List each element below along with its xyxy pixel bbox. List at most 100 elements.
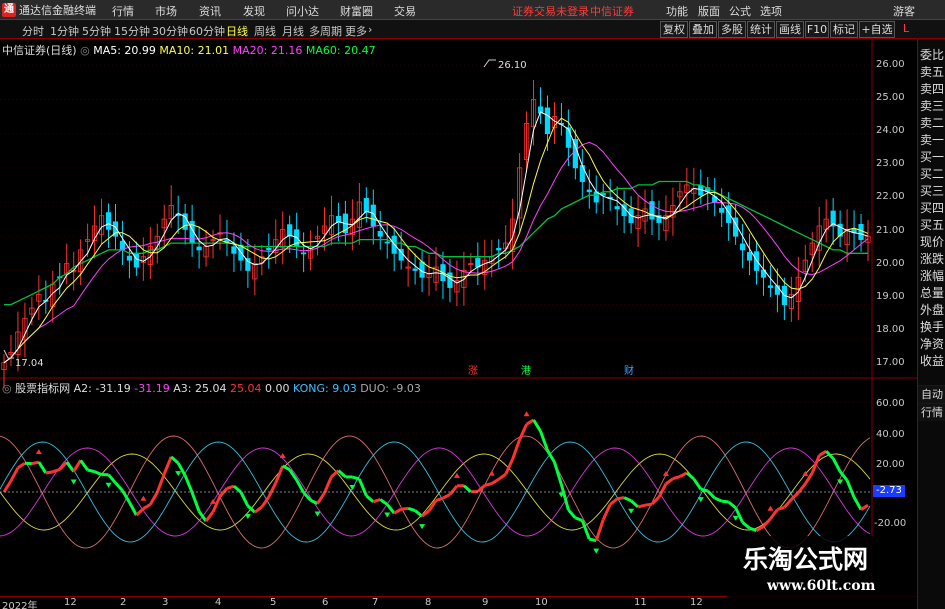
trend-segment	[741, 521, 751, 530]
chart-canvas[interactable]: 26.10 17.04 涨 港 财	[0, 39, 917, 609]
panel-item[interactable]: 现价	[920, 234, 945, 250]
trend-segment	[721, 499, 729, 504]
panel-item[interactable]: 买二	[920, 166, 945, 182]
panel-item[interactable]: 卖四	[920, 81, 945, 97]
menu-formula[interactable]: 公式	[729, 3, 751, 19]
auto-button[interactable]: 自动	[918, 385, 945, 403]
trend-segment	[323, 476, 333, 494]
period-60min[interactable]: 60分钟	[189, 23, 225, 39]
panel-item[interactable]: 卖二	[920, 115, 945, 131]
trend-segment	[232, 485, 242, 494]
menu-trade[interactable]: 交易	[394, 3, 416, 19]
menu-ask[interactable]: 问小达	[286, 3, 319, 19]
candle-body	[287, 224, 293, 237]
overlay-button[interactable]: 叠加	[689, 21, 717, 38]
price-axis-label: 20.00	[876, 258, 905, 269]
indicator-axis-label: 60.00	[876, 398, 905, 409]
login-status[interactable]: 证券交易未登录	[512, 3, 589, 19]
date-label: 10	[535, 597, 548, 608]
period-weekly[interactable]: 周线	[254, 23, 276, 39]
period-5min[interactable]: 5分钟	[82, 23, 111, 39]
trend-segment	[623, 496, 632, 503]
period-monthly[interactable]: 月线	[282, 23, 304, 39]
signal-arrow	[70, 479, 77, 485]
menu-quotes[interactable]: 行情	[112, 3, 134, 19]
trend-segment	[462, 484, 472, 493]
date-label: 7	[372, 597, 379, 608]
low-price-label: 17.04	[15, 358, 44, 369]
trend-segment	[511, 439, 522, 460]
event-marker-rise[interactable]: 涨	[468, 365, 478, 377]
panel-item[interactable]: 卖五	[920, 64, 945, 80]
menu-options[interactable]: 选项	[760, 3, 782, 19]
trend-segment	[316, 492, 326, 505]
date-label: 12	[690, 597, 703, 608]
candle-body	[572, 139, 578, 169]
trend-segment	[226, 484, 235, 490]
panel-item[interactable]: 总量	[920, 285, 945, 301]
trend-segment	[365, 494, 375, 503]
candle-body	[377, 231, 383, 237]
period-1min[interactable]: 1分钟	[50, 23, 79, 39]
menu-wealth[interactable]: 财富圈	[340, 3, 373, 19]
panel-item[interactable]: 买三	[920, 183, 945, 199]
quotes-button[interactable]: 行情	[918, 403, 945, 421]
panel-item[interactable]: 买五	[920, 217, 945, 233]
panel-item[interactable]: 买一	[920, 149, 945, 165]
add-watchlist-button[interactable]: +自选	[859, 21, 895, 38]
date-label: 9	[482, 597, 489, 608]
stock-name[interactable]: 中信证券(日线)	[2, 44, 77, 57]
menu-discover[interactable]: 发现	[243, 3, 265, 19]
panel-item[interactable]: 净资	[920, 336, 945, 352]
settings-icon[interactable]: ◎	[80, 44, 90, 57]
indicator-axis-label: 40.00	[876, 429, 905, 440]
panel-item[interactable]: 换手	[920, 319, 945, 335]
chevron-right-icon[interactable]: ›	[368, 23, 372, 36]
signal-arrow	[732, 515, 739, 521]
multi-stock-button[interactable]: 多股	[718, 21, 746, 38]
event-marker-hk[interactable]: 港	[521, 365, 531, 377]
panel-item[interactable]: 委比	[920, 47, 945, 63]
panel-item[interactable]: 涨跌	[920, 251, 945, 267]
watermark-title: 乐淘公式网	[743, 545, 869, 574]
indicator-settings-icon[interactable]: ◎	[2, 382, 12, 395]
user-guest[interactable]: 游客	[893, 3, 915, 19]
period-30min[interactable]: 30分钟	[152, 23, 188, 39]
period-intraday[interactable]: 分时	[22, 23, 44, 39]
period-daily[interactable]: 日线	[226, 23, 248, 39]
mark-button[interactable]: 标记	[830, 21, 858, 38]
draw-line-button[interactable]: 画线	[776, 21, 804, 38]
adjust-button[interactable]: 复权	[660, 21, 688, 38]
date-label: 2022年	[2, 601, 38, 609]
panel-item[interactable]: 卖三	[920, 98, 945, 114]
panel-item[interactable]: 外盘	[920, 302, 945, 318]
panel-toggle-icon[interactable]: L	[897, 21, 915, 38]
period-tabbar: 分时 1分钟 5分钟 15分钟 30分钟 60分钟 日线 周线 月线 多周期 更…	[0, 20, 945, 39]
price-axis-label: 25.00	[876, 92, 905, 103]
event-marker-finance[interactable]: 财	[624, 364, 634, 377]
trend-segment	[637, 503, 646, 509]
panel-item[interactable]: 收益	[920, 353, 945, 369]
period-multi[interactable]: 多周期	[309, 23, 342, 39]
signal-arrow	[767, 505, 774, 511]
trend-segment	[281, 464, 291, 472]
trend-segment	[79, 459, 89, 471]
f10-button[interactable]: F10	[805, 21, 829, 38]
menu-market[interactable]: 市场	[155, 3, 177, 19]
panel-item[interactable]: 买四	[920, 200, 945, 216]
indicator-name[interactable]: 股票指标网	[15, 382, 70, 395]
candle-body	[419, 261, 425, 278]
trend-segment	[497, 473, 507, 481]
trend-segment	[616, 496, 625, 501]
menu-news[interactable]: 资讯	[199, 3, 221, 19]
menu-layout[interactable]: 版面	[698, 3, 720, 19]
period-15min[interactable]: 15分钟	[114, 23, 150, 39]
trend-segment	[727, 500, 737, 509]
period-more[interactable]: 更多	[345, 23, 367, 39]
trend-segment	[435, 496, 444, 502]
a2-value: A2: -31.19	[73, 382, 131, 395]
stats-button[interactable]: 统计	[747, 21, 775, 38]
menu-function[interactable]: 功能	[666, 3, 688, 19]
panel-item[interactable]: 涨幅	[920, 268, 945, 284]
panel-item[interactable]: 卖一	[920, 132, 945, 148]
